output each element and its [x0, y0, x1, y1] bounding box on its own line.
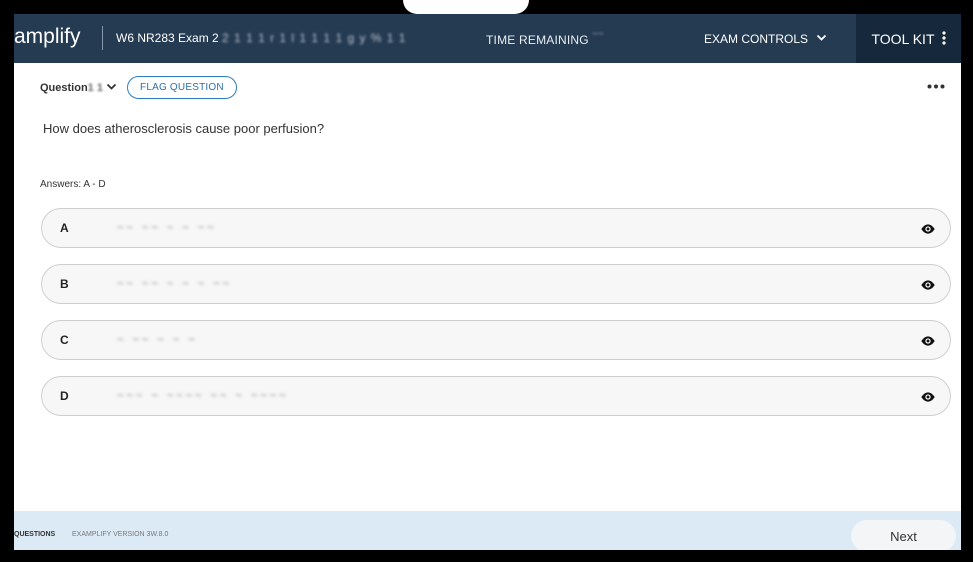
time-remaining-label: TIME REMAINING [486, 33, 589, 47]
answer-option-b[interactable]: B ~~ ~~ ~ ~ ~ ~~ [41, 264, 951, 304]
answers-label: Answers: A - D [40, 179, 106, 190]
top-bar: amplify W6 NR283 Exam 2 2 1 1 1 r 1 l 1 … [14, 14, 961, 63]
exam-window: amplify W6 NR283 Exam 2 2 1 1 1 r 1 l 1 … [14, 14, 961, 550]
exam-controls-label: EXAM CONTROLS [704, 32, 809, 46]
eye-icon[interactable] [920, 389, 936, 405]
device-notch [403, 0, 529, 14]
question-header: Question1 1 FLAG QUESTION [40, 76, 237, 99]
more-horizontal-icon[interactable] [927, 76, 945, 94]
answer-option-c[interactable]: C ~ ~~ ~ ~ ~ [41, 320, 951, 360]
question-selector[interactable]: Question1 1 [40, 82, 117, 94]
question-number-obscured: 1 1 [87, 81, 103, 94]
question-number-label: Question [40, 81, 88, 94]
tool-kit-button[interactable]: TOOL KIT [856, 14, 961, 63]
exam-title-text: W6 NR283 Exam 2 [116, 31, 219, 45]
eye-icon[interactable] [920, 277, 936, 293]
app-logo: amplify [14, 25, 81, 48]
answer-option-d[interactable]: D ~~~ ~ ~~~~ ~~ ~ ~~~~ [41, 376, 951, 416]
answer-letter: A [60, 221, 69, 235]
time-remaining-value: ~~ [592, 29, 604, 40]
flag-question-button[interactable]: FLAG QUESTION [127, 76, 237, 99]
answer-letter: D [60, 389, 69, 403]
answer-text: ~~ ~~ ~ ~ ~ ~~ [117, 278, 233, 290]
question-text: How does atherosclerosis cause poor perf… [43, 121, 325, 136]
footer-bar: QUESTIONS EXAMPLIFY VERSION 3W.8.0 Next [14, 511, 961, 550]
answer-text: ~~~ ~ ~~~~ ~~ ~ ~~~~ [117, 390, 289, 402]
exam-controls-button[interactable]: EXAM CONTROLS [704, 27, 827, 51]
answer-letter: C [60, 333, 69, 347]
exam-title-obscured: 2 1 1 1 r 1 l 1 1 1 1 g y % 1 1 [222, 31, 407, 45]
eye-icon[interactable] [920, 333, 936, 349]
questions-link[interactable]: QUESTIONS [14, 531, 55, 538]
next-button[interactable]: Next [851, 520, 956, 550]
chevron-down-icon [816, 33, 827, 45]
chevron-down-icon [106, 82, 117, 94]
eye-icon[interactable] [920, 221, 936, 237]
answer-option-a[interactable]: A ~~ ~~ ~ ~ ~~ [41, 208, 951, 248]
answer-letter: B [60, 277, 69, 291]
answer-text: ~~ ~~ ~ ~ ~~ [117, 222, 217, 234]
header-divider [102, 26, 103, 50]
version-label: EXAMPLIFY VERSION 3W.8.0 [72, 531, 169, 538]
answer-text: ~ ~~ ~ ~ ~ [117, 334, 198, 346]
more-vertical-icon [941, 30, 946, 48]
tool-kit-label: TOOL KIT [871, 30, 935, 47]
exam-title: W6 NR283 Exam 2 2 1 1 1 r 1 l 1 1 1 1 g … [116, 31, 406, 45]
